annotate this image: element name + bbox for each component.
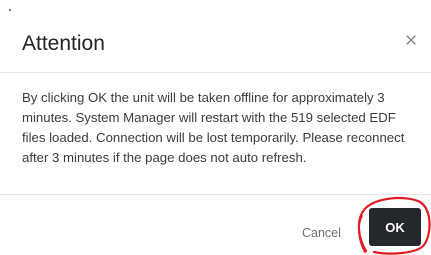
dialog-message: By clicking OK the unit will be taken of… [22,90,405,165]
close-button[interactable] [401,30,421,50]
attention-dialog: Attention By clicking OK the unit will b… [0,0,431,255]
ok-button[interactable]: OK [369,208,421,246]
cancel-button[interactable]: Cancel [302,223,341,243]
dialog-header: Attention [0,0,431,73]
dialog-title: Attention [22,32,105,55]
close-icon [406,35,416,45]
dialog-footer: Cancel OK [0,194,431,255]
